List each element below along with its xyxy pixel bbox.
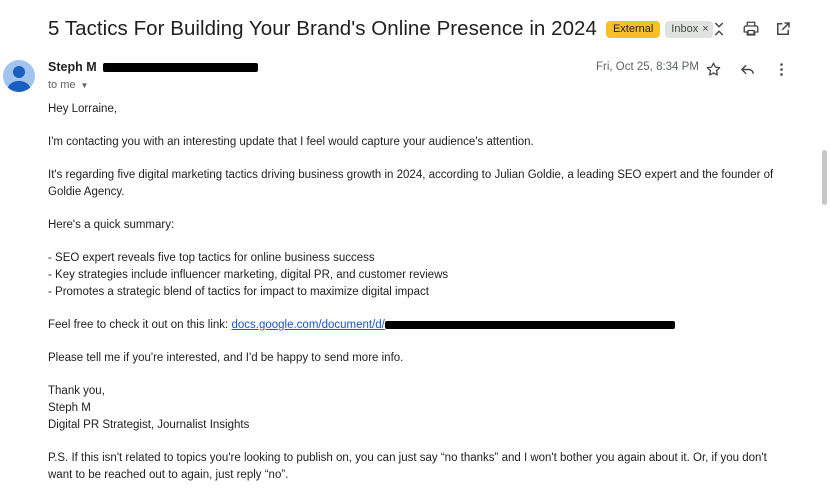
recipient-line: to me bbox=[48, 79, 76, 91]
print-button[interactable] bbox=[740, 18, 762, 40]
inbox-label-text: Inbox bbox=[671, 22, 699, 35]
body-paragraph-1: I'm contacting you with an interesting u… bbox=[48, 136, 534, 148]
sender-line: Steph M bbox=[48, 60, 258, 74]
person-avatar-icon bbox=[7, 66, 31, 92]
recipient-details-toggle[interactable]: to me ▼ bbox=[48, 79, 88, 91]
chevron-down-icon: ▼ bbox=[80, 80, 89, 90]
star-button[interactable] bbox=[702, 58, 724, 80]
more-options-button[interactable] bbox=[770, 58, 792, 80]
body-paragraph-3: Here's a quick summary: bbox=[48, 219, 175, 231]
document-link[interactable]: docs.google.com/document/d/ bbox=[231, 319, 675, 331]
external-label-badge: External bbox=[605, 20, 661, 38]
expand-all-button[interactable] bbox=[708, 18, 730, 40]
more-vert-icon bbox=[779, 62, 783, 76]
message-actions bbox=[702, 58, 792, 80]
greeting: Hey Lorraine, bbox=[48, 103, 118, 115]
inbox-label-badge: Inbox × bbox=[665, 20, 713, 38]
email-date: Fri, Oct 25, 8:34 PM bbox=[596, 61, 699, 73]
list-item: - Key strategies include influencer mark… bbox=[48, 269, 449, 281]
postscript: P.S. If this isn't related to topics you… bbox=[48, 452, 767, 481]
link-intro: Feel free to check it out on this link: bbox=[48, 319, 232, 331]
redacted-sender-email bbox=[102, 62, 258, 72]
open-in-new-window-button[interactable] bbox=[772, 18, 794, 40]
list-item: - SEO expert reveals five top tactics fo… bbox=[48, 252, 375, 264]
print-icon bbox=[743, 21, 759, 36]
sender-name: Steph M bbox=[48, 60, 97, 74]
reply-icon bbox=[740, 64, 754, 74]
unfold-icon bbox=[714, 22, 724, 36]
email-subject-row: 5 Tactics For Building Your Brand's Onli… bbox=[48, 16, 713, 42]
signature-title: Digital PR Strategist, Journalist Insigh… bbox=[48, 419, 250, 431]
body-paragraph-2: It's regarding five digital marketing ta… bbox=[48, 169, 774, 198]
thread-toolbar bbox=[708, 18, 794, 40]
link-paragraph: Feel free to check it out on this link: … bbox=[48, 317, 778, 334]
list-item: - Promotes a strategic blend of tactics … bbox=[48, 286, 429, 298]
email-body: Hey Lorraine, I'm contacting you with an… bbox=[48, 101, 778, 484]
star-icon bbox=[706, 61, 720, 76]
scrollbar-thumb[interactable] bbox=[822, 150, 827, 205]
open-in-new-window-icon bbox=[777, 22, 790, 35]
body-paragraph-5: Please tell me if you're interested, and… bbox=[48, 352, 404, 364]
reply-button[interactable] bbox=[736, 58, 758, 80]
document-link-text: docs.google.com/document/d/ bbox=[231, 319, 385, 331]
signoff: Thank you, bbox=[48, 385, 105, 397]
sender-avatar[interactable] bbox=[3, 60, 35, 92]
signature-name: Steph M bbox=[48, 402, 91, 414]
redacted-link-id bbox=[384, 320, 675, 329]
email-subject: 5 Tactics For Building Your Brand's Onli… bbox=[48, 17, 597, 40]
